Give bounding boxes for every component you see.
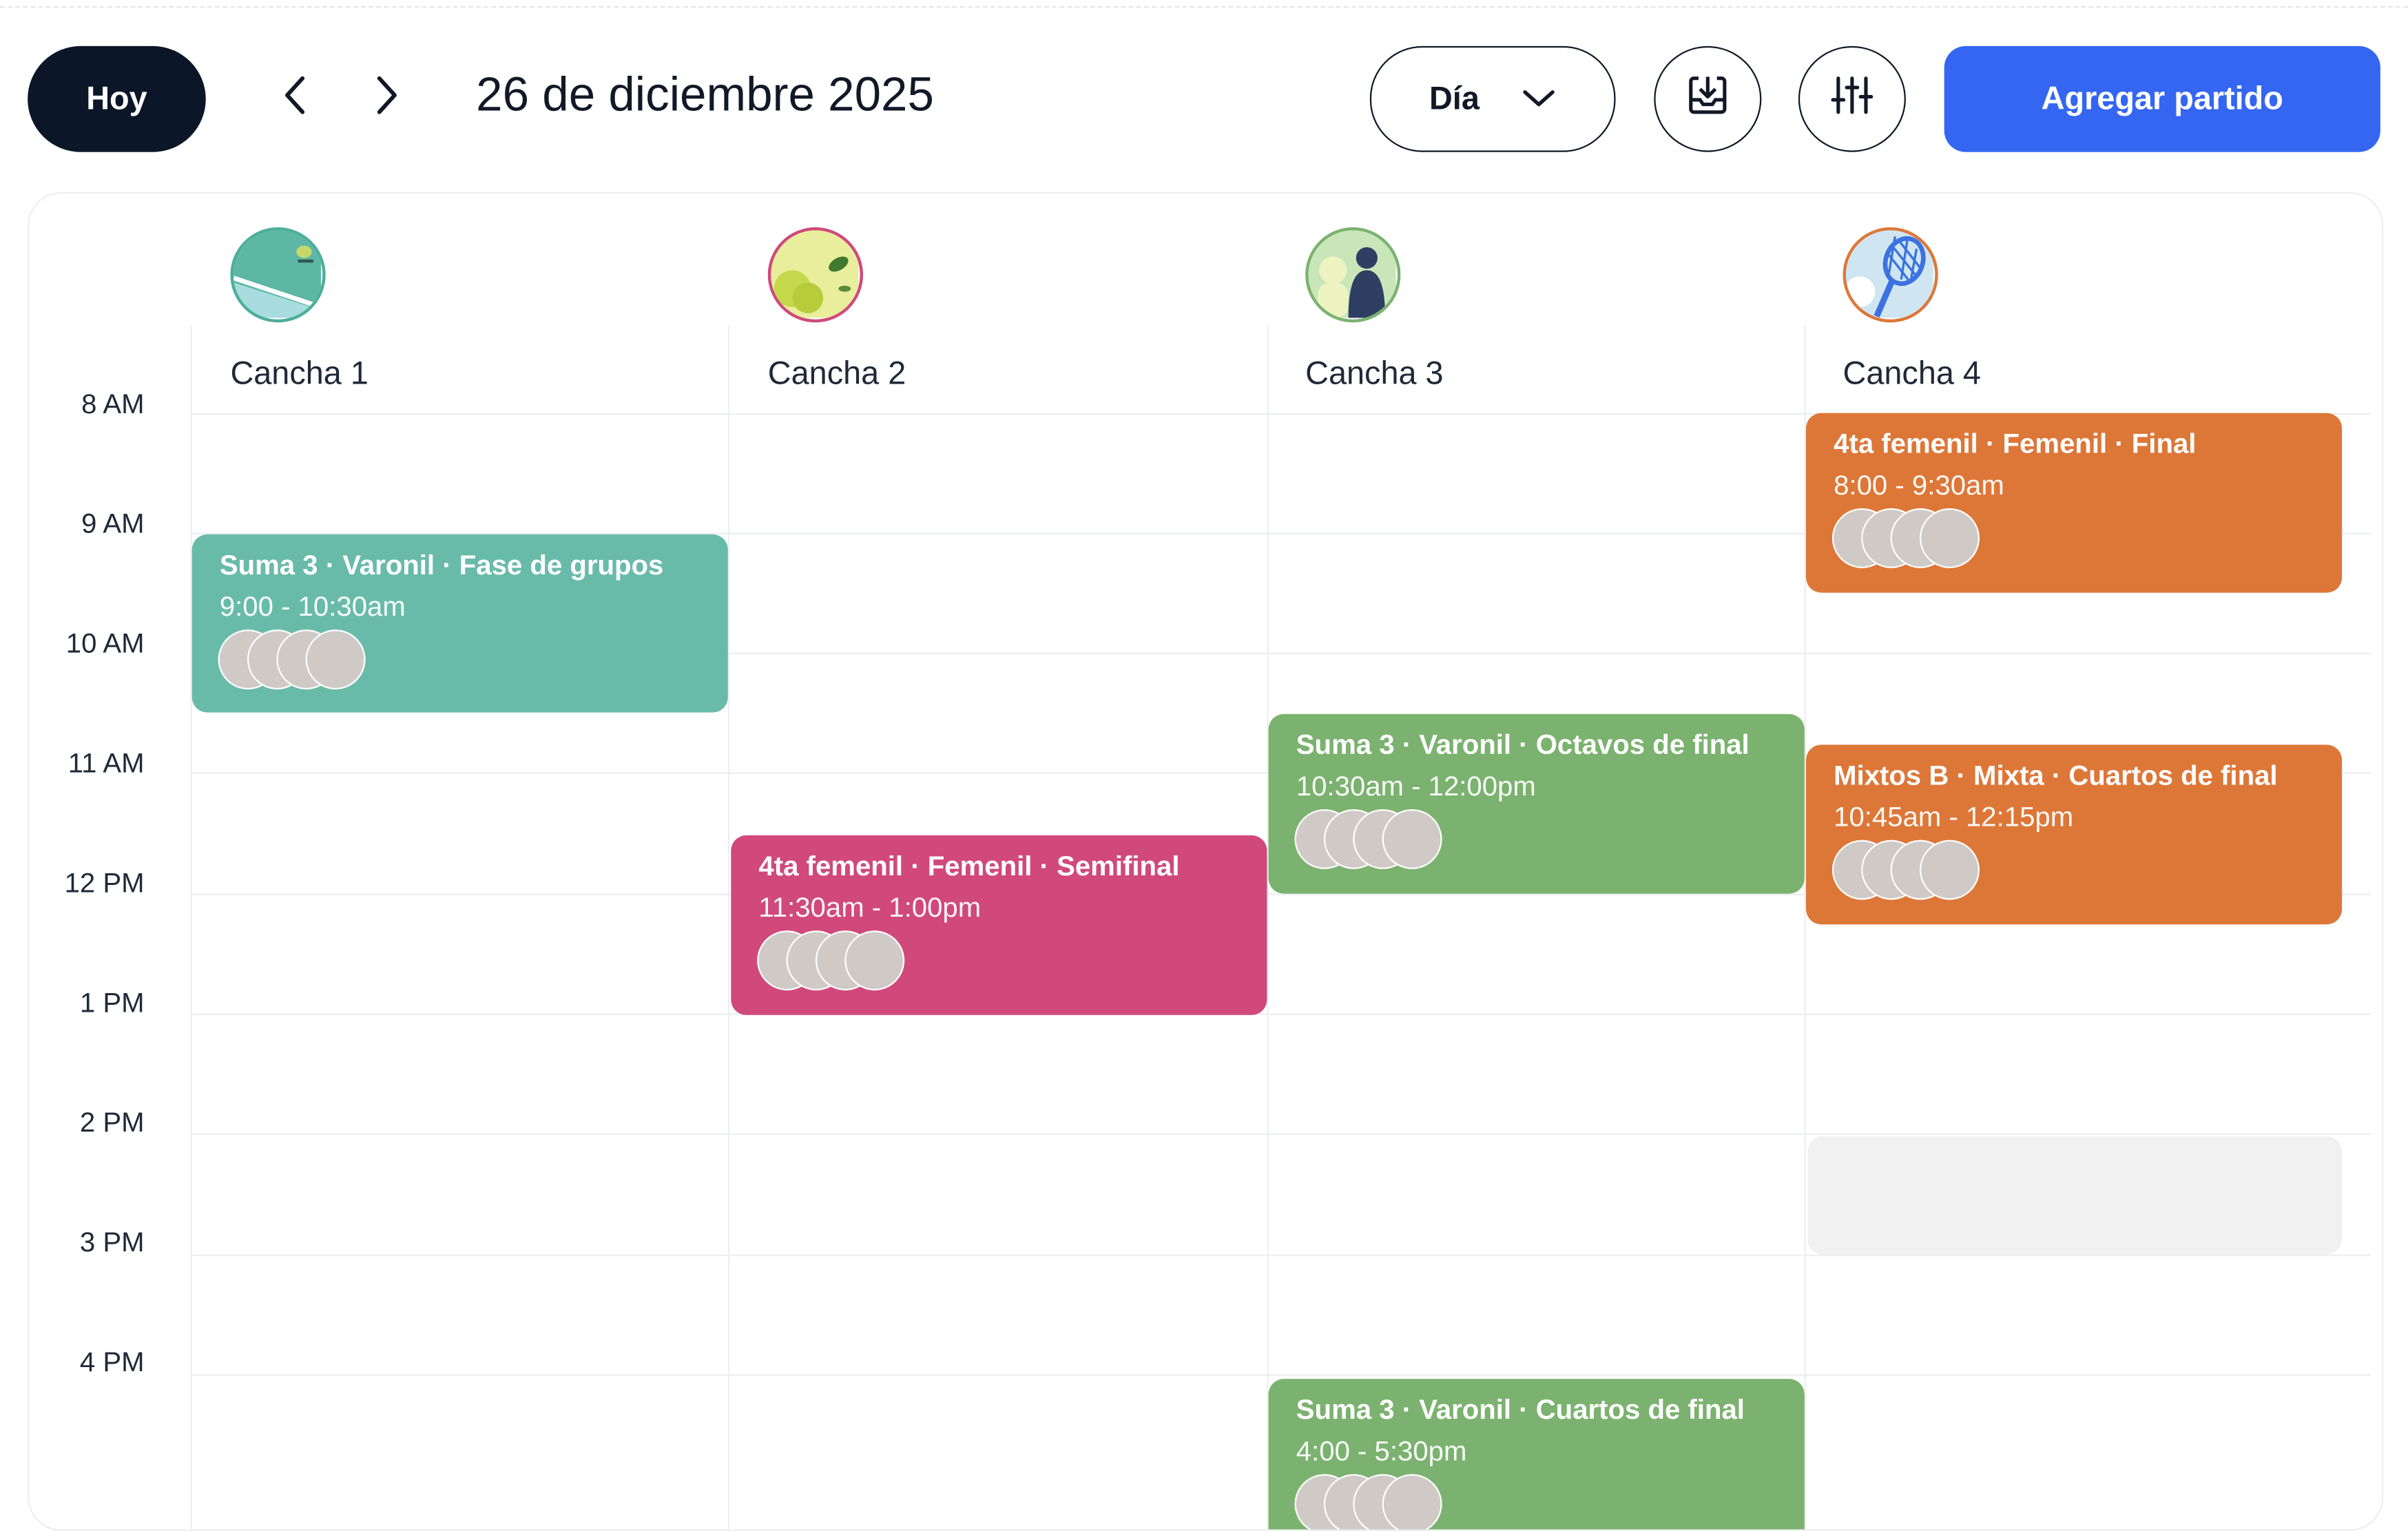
column-divider <box>1267 325 1269 1530</box>
match-event[interactable]: 4ta femenil · Femenil · Semifinal 11:30a… <box>731 835 1267 1015</box>
hour-label: 8 AM <box>81 388 145 419</box>
event-title: Suma 3 · Varonil · Octavos de final <box>1296 729 1750 760</box>
player-avatars <box>1831 840 2017 902</box>
hour-line <box>190 1254 2371 1256</box>
hour-label: 2 PM <box>79 1107 145 1138</box>
hour-label: 4 PM <box>79 1346 145 1377</box>
player-avatars <box>218 629 403 691</box>
chevron-down-icon <box>1522 81 1556 118</box>
event-time: 10:45am - 12:15pm <box>1834 801 2074 833</box>
today-button[interactable]: Hoy <box>28 45 206 152</box>
court-header-cancha-4[interactable] <box>1843 227 1938 323</box>
event-title: Suma 3 · Varonil · Cuartos de final <box>1296 1394 1745 1426</box>
event-title: Suma 3 · Varonil · Fase de grupos <box>219 550 664 581</box>
court-header-cancha-3[interactable] <box>1305 227 1401 323</box>
date-title: 26 de diciembre 2025 <box>476 67 934 122</box>
chevron-right-icon <box>372 74 399 122</box>
match-event[interactable]: Mixtos B · Mixta · Cuartos de final 10:4… <box>1806 744 2343 925</box>
match-event[interactable]: Suma 3 · Varonil · Octavos de final 10:3… <box>1268 714 1805 894</box>
event-title: 4ta femenil · Femenil · Final <box>1834 428 2197 459</box>
hour-line <box>190 1374 2371 1376</box>
player-avatar <box>305 629 366 690</box>
hour-label: 12 PM <box>64 867 145 899</box>
view-dropdown-label: Día <box>1429 81 1480 116</box>
match-event[interactable]: 4ta femenil · Femenil · Final 8:00 - 9:3… <box>1806 413 2343 593</box>
event-time: 4:00 - 5:30pm <box>1296 1435 1467 1467</box>
player-avatars <box>1831 508 2017 570</box>
match-event[interactable]: Suma 3 · Varonil · Fase de grupos 9:00 -… <box>191 534 728 713</box>
player-avatar <box>1382 809 1442 869</box>
player-avatar <box>1382 1474 1442 1530</box>
player-avatar <box>844 930 905 991</box>
hour-label: 11 AM <box>68 747 145 779</box>
event-time: 10:30am - 12:00pm <box>1296 771 1536 802</box>
player-avatars <box>1294 809 1480 871</box>
player-avatar <box>1920 508 1980 568</box>
court-name: Cancha 2 <box>767 356 906 392</box>
hour-label: 9 AM <box>81 508 145 539</box>
column-divider <box>190 325 192 1530</box>
sliders-icon <box>1831 74 1874 125</box>
view-dropdown[interactable]: Día <box>1369 45 1616 152</box>
hour-label: 10 AM <box>65 627 145 659</box>
court-name: Cancha 4 <box>1843 356 1981 392</box>
top-divider <box>0 6 2408 8</box>
filters-button[interactable] <box>1798 45 1906 152</box>
court-avatar <box>1843 227 1938 323</box>
hour-label: 1 PM <box>79 987 145 1019</box>
player-avatar <box>1920 840 1980 900</box>
player-avatars <box>1294 1474 1480 1530</box>
match-event[interactable]: Suma 3 · Varonil · Cuartos de final 4:00… <box>1268 1379 1805 1530</box>
court-avatar <box>767 227 864 323</box>
court-avatar <box>1305 227 1401 323</box>
day-calendar: 8 AM 9 AM 10 AM 11 AM 12 PM 1 PM 2 PM 3 … <box>28 191 2384 1531</box>
add-match-button[interactable]: Agregar partido <box>1944 45 2380 152</box>
court-header-cancha-1[interactable] <box>230 227 326 323</box>
event-time: 11:30am - 1:00pm <box>758 892 982 923</box>
event-title: Mixtos B · Mixta · Cuartos de final <box>1834 760 2278 791</box>
hour-line <box>190 1133 2371 1135</box>
event-title: 4ta femenil · Femenil · Semifinal <box>758 851 1180 882</box>
court-name: Cancha 3 <box>1305 356 1444 392</box>
event-time: 8:00 - 9:30am <box>1834 470 2004 501</box>
court-avatar <box>230 227 326 323</box>
previous-day-button[interactable] <box>266 67 327 129</box>
next-day-button[interactable] <box>355 67 416 129</box>
event-time: 9:00 - 10:30am <box>219 591 406 622</box>
player-avatars <box>757 930 942 992</box>
download-icon <box>1686 74 1729 125</box>
chevron-left-icon <box>282 74 310 122</box>
blocked-time-slot[interactable] <box>1807 1136 2343 1255</box>
column-divider <box>727 325 730 1530</box>
court-header-cancha-2[interactable] <box>767 227 864 323</box>
hour-label: 3 PM <box>79 1227 145 1258</box>
court-name: Cancha 1 <box>230 356 369 392</box>
download-button[interactable] <box>1654 45 1762 152</box>
hour-line <box>190 1013 2371 1015</box>
